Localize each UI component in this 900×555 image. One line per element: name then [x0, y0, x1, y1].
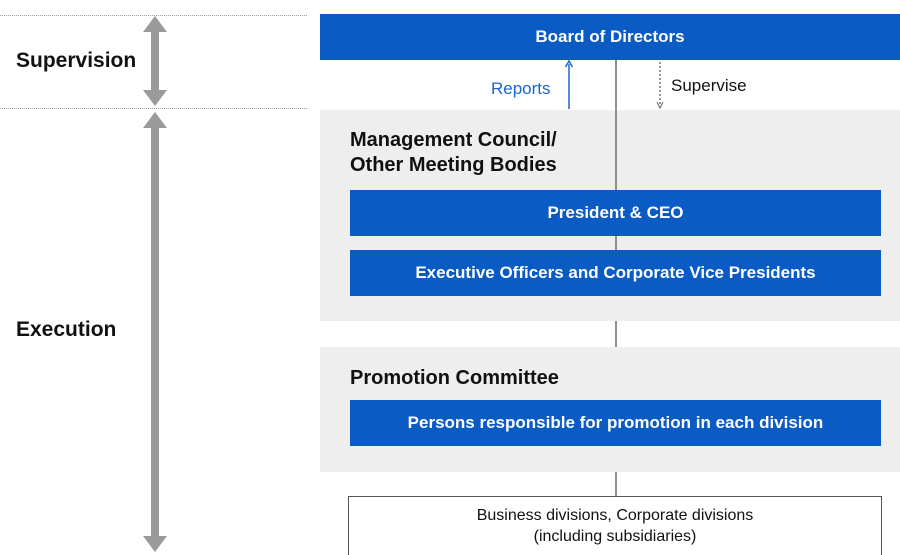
management-title: Management Council/ Other Meeting Bodies — [350, 128, 557, 178]
supervision-double-arrow-icon — [143, 16, 167, 106]
president-ceo-box: President & CEO — [350, 190, 881, 236]
execution-label: Execution — [16, 318, 117, 341]
supervise-label: Supervise — [671, 76, 747, 95]
supervision-label: Supervision — [16, 49, 137, 72]
connector-management-to-promotion — [615, 321, 617, 347]
persons-responsible-box: Persons responsible for promotion in eac… — [350, 400, 881, 446]
middle-divider — [0, 108, 307, 109]
promotion-title: Promotion Committee — [350, 367, 559, 389]
business-line2: (including subsidiaries) — [533, 528, 697, 545]
execution-double-arrow-icon — [143, 112, 167, 552]
connector-board-to-management — [615, 60, 617, 190]
management-title-line1: Management Council/ — [350, 129, 557, 151]
executive-officers-box: Executive Officers and Corporate Vice Pr… — [350, 250, 881, 296]
reports-arrow-icon — [564, 60, 574, 109]
connector-promotion-to-business — [615, 472, 617, 496]
supervise-arrow-icon — [656, 62, 664, 110]
connector-president-to-officers — [615, 236, 617, 250]
business-divisions-box: Business divisions, Corporate divisions … — [348, 496, 882, 555]
board-of-directors-box: Board of Directors — [320, 14, 900, 60]
reports-label: Reports — [491, 79, 551, 98]
business-line1: Business divisions, Corporate divisions — [476, 507, 754, 524]
management-title-line2: Other Meeting Bodies — [350, 154, 557, 176]
